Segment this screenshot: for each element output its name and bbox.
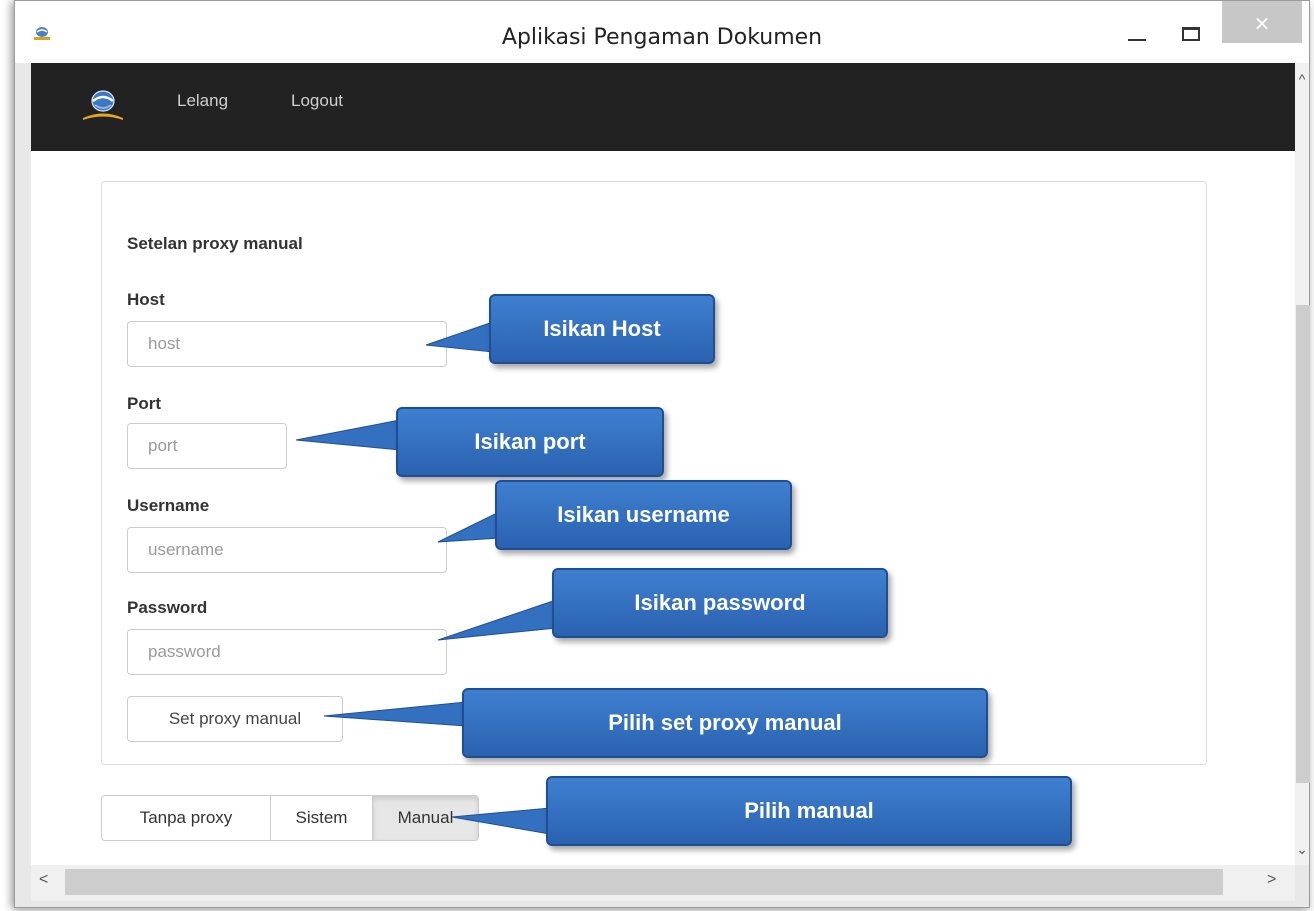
callout-set-proxy: Pilih set proxy manual — [462, 688, 988, 758]
horizontal-scroll-thumb[interactable] — [65, 869, 1223, 895]
top-navbar: Lelang Logout — [31, 63, 1295, 151]
callout-port: Isikan port — [396, 407, 664, 477]
proxy-mode-none-button[interactable]: Tanpa proxy — [101, 795, 271, 841]
maximize-icon — [1182, 27, 1200, 41]
minimize-icon — [1128, 39, 1146, 41]
proxy-mode-system-button[interactable]: Sistem — [270, 795, 373, 841]
close-icon: × — [1253, 11, 1271, 35]
host-input[interactable] — [127, 321, 447, 367]
password-label: Password — [127, 598, 208, 617]
scroll-up-icon[interactable]: ^ — [1295, 71, 1309, 87]
callout-manual: Pilih manual — [546, 776, 1072, 846]
username-input[interactable] — [127, 527, 447, 573]
vertical-scroll-thumb[interactable] — [1296, 305, 1310, 783]
password-input[interactable] — [127, 629, 447, 675]
close-button[interactable]: × — [1222, 1, 1302, 43]
vertical-scrollbar[interactable]: ^ ⌄ — [1295, 63, 1310, 865]
scroll-right-icon[interactable]: > — [1267, 871, 1276, 889]
nav-link-lelang[interactable]: Lelang — [177, 91, 228, 111]
nav-link-logout[interactable]: Logout — [291, 91, 343, 111]
callout-username: Isikan username — [495, 480, 792, 550]
callout-password: Isikan password — [552, 568, 888, 638]
horizontal-scrollbar[interactable]: < > — [31, 865, 1295, 901]
minimize-button[interactable] — [1115, 11, 1159, 43]
port-label: Port — [127, 394, 161, 413]
proxy-mode-group: Tanpa proxy Sistem Manual — [101, 795, 479, 841]
username-label: Username — [127, 496, 210, 515]
port-input[interactable] — [127, 423, 287, 469]
scroll-down-icon[interactable]: ⌄ — [1295, 841, 1309, 858]
brand-logo-icon[interactable] — [79, 85, 127, 125]
host-label: Host — [127, 290, 165, 309]
proxy-mode-manual-button[interactable]: Manual — [372, 795, 479, 841]
panel-heading: Setelan proxy manual — [127, 234, 303, 253]
maximize-button[interactable] — [1169, 11, 1213, 43]
scroll-left-icon[interactable]: < — [39, 871, 48, 889]
set-proxy-manual-button[interactable]: Set proxy manual — [127, 696, 343, 742]
title-bar: Aplikasi Pengaman Dokumen × — [15, 1, 1309, 63]
callout-host: Isikan Host — [489, 294, 715, 364]
